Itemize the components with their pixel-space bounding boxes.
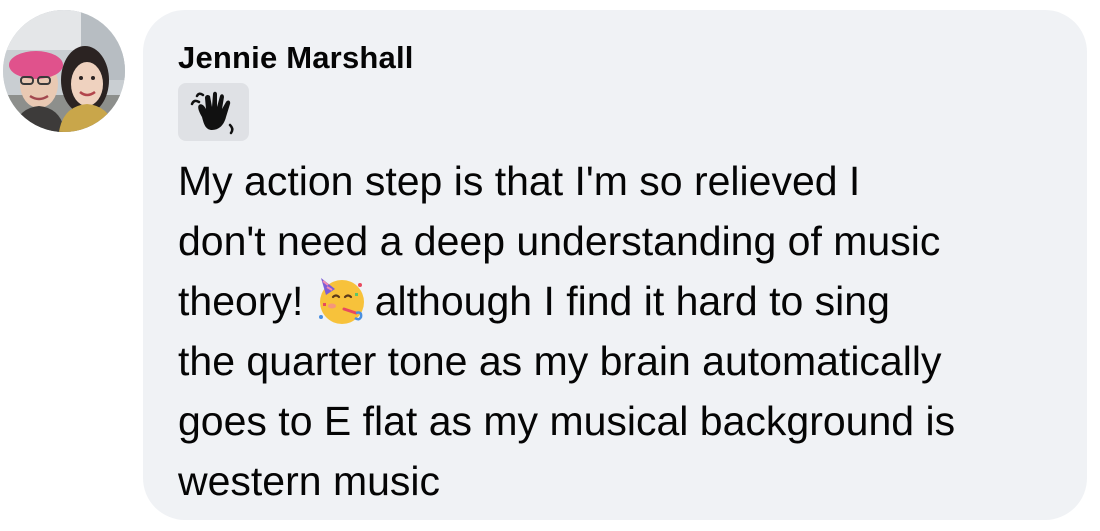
avatar[interactable]: [3, 10, 125, 132]
comment-line-part: although I find it hard to sing: [374, 278, 890, 324]
comment-line: don't need a deep understanding of music: [178, 218, 941, 264]
author-name[interactable]: Jennie Marshall: [178, 38, 414, 78]
comment-line: western music: [178, 458, 441, 504]
comment-line: goes to E flat as my musical background …: [178, 398, 956, 444]
comment-line: theory! although I find it hard to sing: [178, 271, 1068, 331]
comment-bubble: Jennie Marshall My action step is that I…: [143, 10, 1087, 520]
comment-text: My action step is that I'm so relieved I…: [178, 151, 1068, 511]
comment-line: My action step is that I'm so relieved I: [178, 158, 861, 204]
partying-face-icon: [318, 278, 364, 324]
comment-line: the quarter tone as my brain automatical…: [178, 338, 942, 384]
waving-hand-icon: [190, 91, 234, 135]
badge[interactable]: [178, 83, 249, 141]
comment-line-part: theory!: [178, 278, 304, 324]
